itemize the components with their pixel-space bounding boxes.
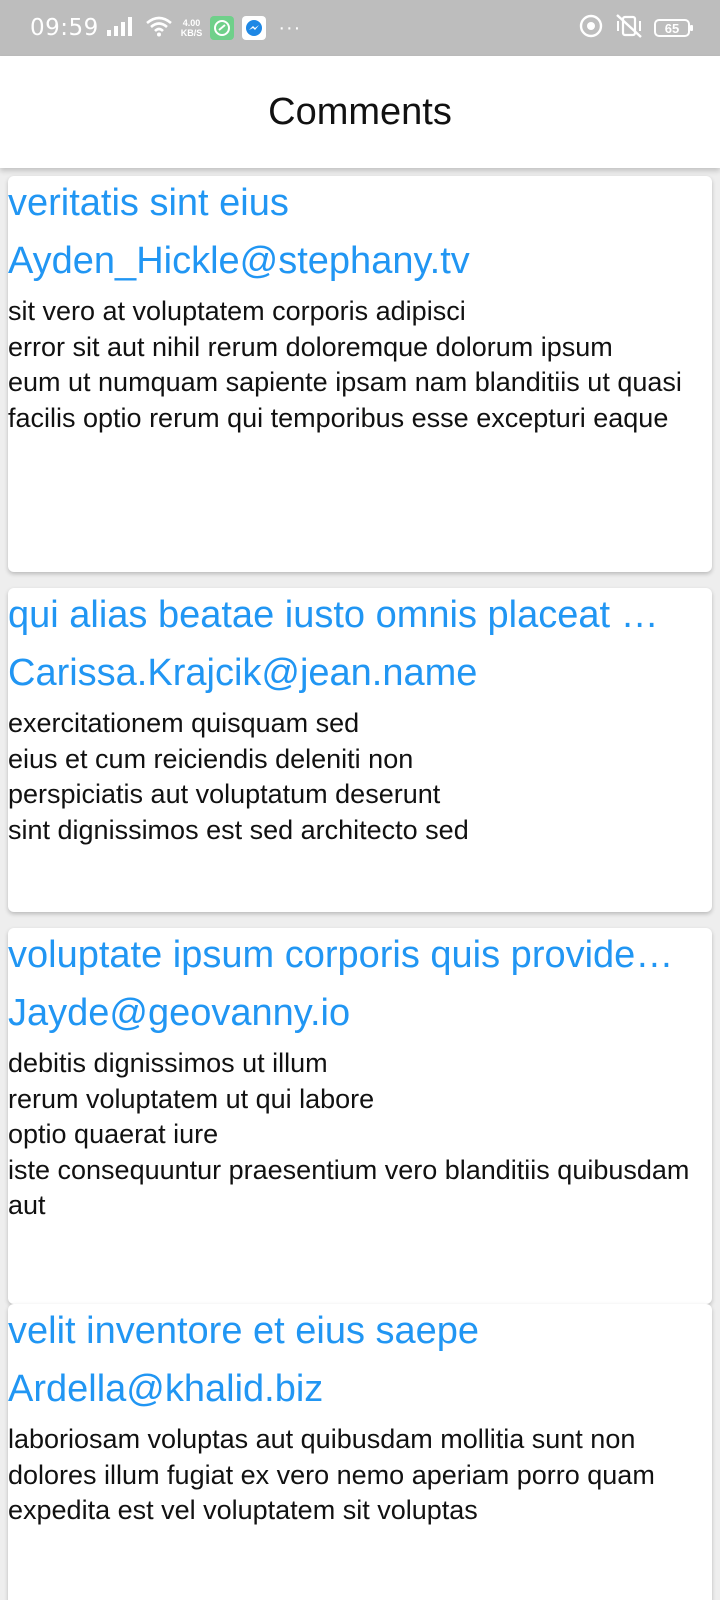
messenger-icon: [242, 16, 267, 40]
comment-card[interactable]: velit inventore et eius saepe Ardella@kh…: [8, 1304, 712, 1600]
comment-body: exercitationem quisquam sed eius et cum …: [8, 708, 469, 845]
signal-icon: [106, 15, 137, 42]
comment-email: Jayde@geovanny.io: [8, 992, 351, 1034]
status-bar: 09:59 4.00 KB/S ··· 65: [0, 0, 720, 56]
comment-body: sit vero at voluptatem corporis adipisci…: [8, 296, 682, 433]
comment-card[interactable]: qui alias beatae iusto omnis placeat … C…: [8, 588, 712, 912]
comment-body: debitis dignissimos ut illum rerum volup…: [8, 1048, 690, 1220]
more-notifications: ···: [278, 16, 302, 39]
comments-list[interactable]: veritatis sint eius Ayden_Hickle@stephan…: [0, 168, 720, 1600]
sync-icon: [578, 13, 604, 44]
app-bar: Comments: [0, 56, 720, 168]
comment-email: Ayden_Hickle@stephany.tv: [8, 240, 470, 282]
comment-name: voluptate ipsum corporis quis provide…: [8, 934, 674, 976]
comment-name: qui alias beatae iusto omnis placeat …: [8, 594, 659, 636]
comment-name: velit inventore et eius saepe: [8, 1310, 480, 1352]
network-speed-value: 4.00: [182, 18, 201, 28]
comment-card[interactable]: veritatis sint eius Ayden_Hickle@stephan…: [8, 176, 712, 572]
network-speed-unit: KB/S: [180, 28, 203, 38]
battery-icon: 65: [654, 19, 693, 37]
status-time: 09:59: [30, 15, 99, 41]
battery-level: 65: [664, 20, 680, 36]
page-title: Comments: [268, 90, 452, 133]
comment-email: Carissa.Krajcik@jean.name: [8, 652, 478, 694]
comment-name: veritatis sint eius: [8, 182, 289, 224]
chat-app-icon: [210, 16, 235, 40]
wifi-icon: [145, 15, 173, 42]
vibrate-off-icon: [614, 13, 644, 44]
comment-body: laboriosam voluptas aut quibusdam mollit…: [8, 1424, 655, 1525]
network-speed: 4.00 KB/S: [181, 18, 203, 38]
comment-email: Ardella@khalid.biz: [8, 1368, 324, 1410]
comment-card[interactable]: voluptate ipsum corporis quis provide… J…: [8, 928, 712, 1304]
